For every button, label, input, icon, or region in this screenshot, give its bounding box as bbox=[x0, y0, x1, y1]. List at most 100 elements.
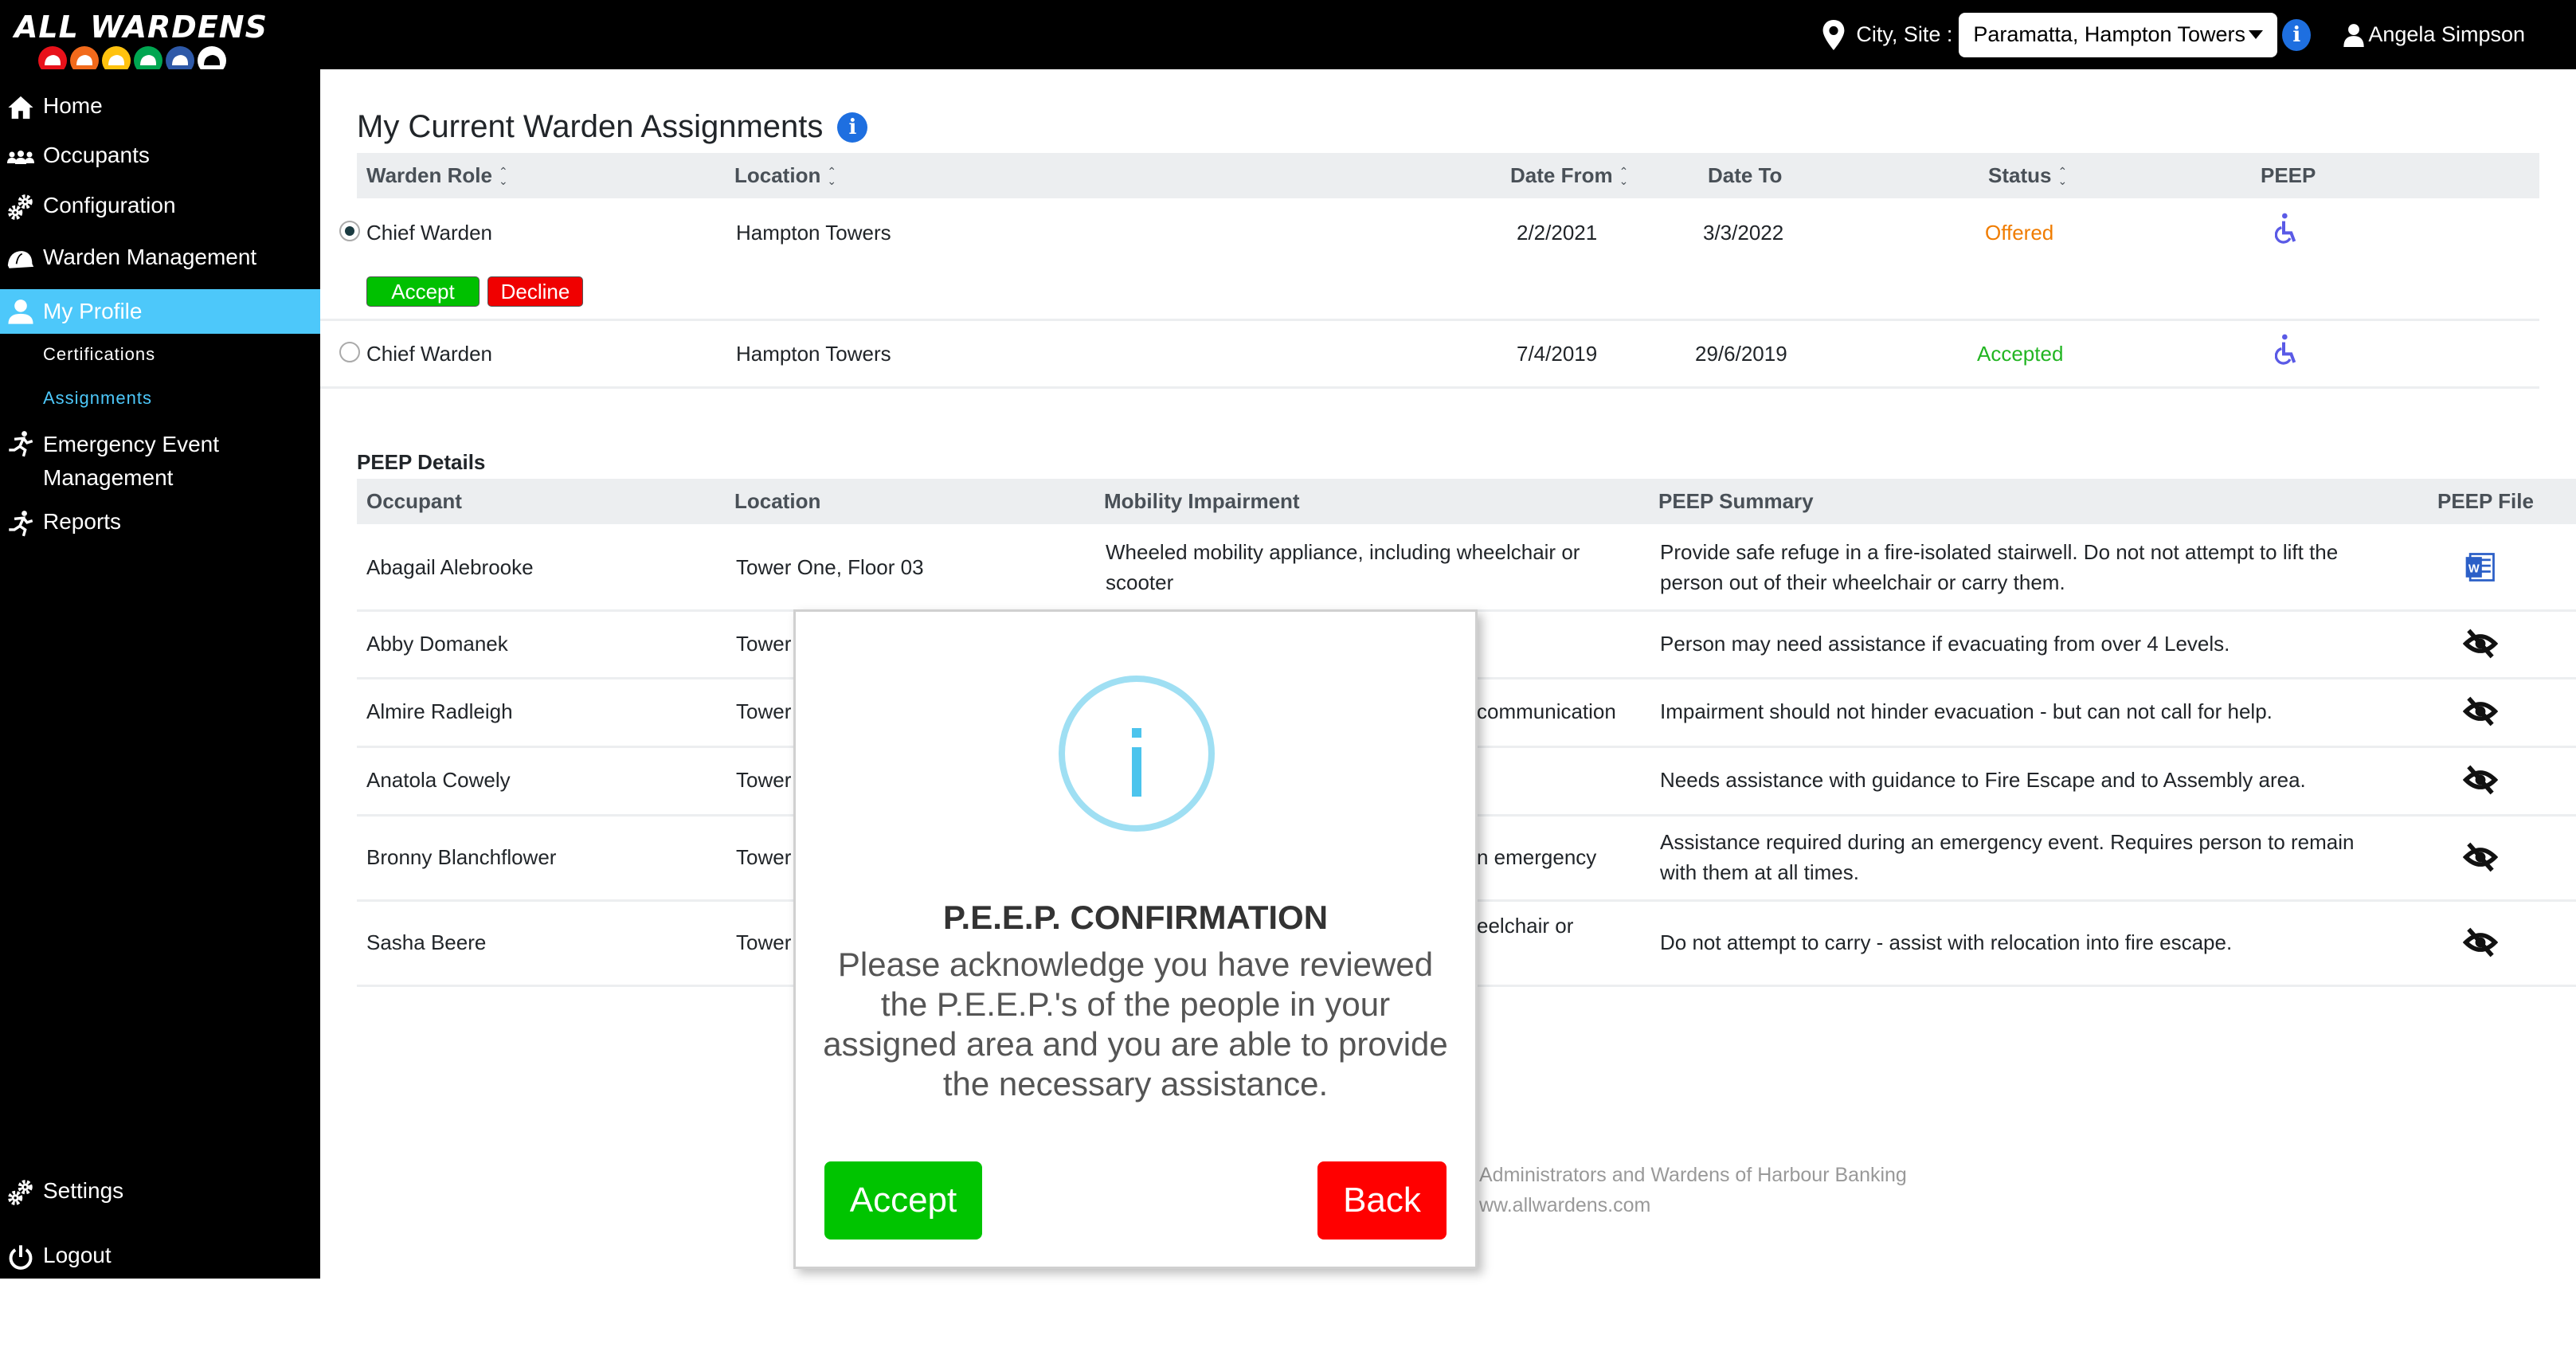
warden-role: Chief Warden bbox=[366, 221, 492, 245]
date-from: 2/2/2021 bbox=[1517, 221, 1598, 245]
column-header-mobility-impairment: Mobility Impairment bbox=[1104, 489, 1300, 513]
user-icon bbox=[2343, 23, 2365, 47]
hard-hat-icon bbox=[3, 245, 38, 273]
wheelchair-icon[interactable] bbox=[2275, 334, 2299, 366]
peep-confirmation-modal: P.E.E.P. CONFIRMATION Please acknowledge… bbox=[793, 609, 1478, 1269]
mobility-impairment: eelchair or bbox=[1477, 914, 1574, 938]
modal-message: Please acknowledge you have reviewed the… bbox=[823, 946, 1448, 1102]
peep-summary: Do not attempt to carry - assist with re… bbox=[1660, 930, 2233, 954]
page-title-text: My Current Warden Assignments bbox=[357, 109, 824, 144]
user-menu[interactable]: Angela Simpson bbox=[2343, 22, 2525, 47]
column-label: Location bbox=[734, 163, 821, 187]
accept-assignment-button[interactable]: Accept bbox=[366, 276, 480, 307]
info-circle-icon bbox=[1059, 676, 1215, 832]
sort-icon: ⌃ ⌄ bbox=[2057, 164, 2068, 187]
footer-website-link[interactable]: ww.allwardens.com bbox=[1479, 1190, 1907, 1220]
wheelchair-icon[interactable] bbox=[2275, 213, 2299, 245]
mobility-impairment: n emergency bbox=[1477, 844, 1597, 869]
sidebar-item-occupants[interactable]: Occupants bbox=[0, 143, 320, 171]
row-radio[interactable] bbox=[339, 342, 360, 362]
row-divider bbox=[320, 319, 2539, 321]
column-header-peep-summary: PEEP Summary bbox=[1658, 489, 1814, 513]
eye-slash-icon[interactable] bbox=[2463, 840, 2498, 875]
footer: Administrators and Wardens of Harbour Ba… bbox=[1479, 1160, 1907, 1220]
sidebar: Home Occupants Configuration Warden Mana… bbox=[0, 69, 320, 1279]
running-icon bbox=[3, 509, 38, 538]
sidebar-item-configuration[interactable]: Configuration bbox=[0, 193, 320, 221]
column-header-warden-role[interactable]: Warden Role ⌃ ⌄ bbox=[366, 153, 508, 198]
row-divider bbox=[320, 386, 2539, 389]
peep-summary: Provide safe refuge in a fire-isolated s… bbox=[1660, 539, 2339, 594]
location: Hampton Towers bbox=[736, 221, 891, 245]
column-header-location[interactable]: Location ⌃ ⌄ bbox=[734, 153, 836, 198]
sidebar-item-my-profile[interactable]: My Profile bbox=[0, 289, 320, 334]
peep-summary: Assistance required during an emergency … bbox=[1660, 829, 2355, 884]
peep-summary: Needs assistance with guidance to Fire E… bbox=[1660, 768, 2306, 792]
sidebar-subitem-assignments[interactable]: Assignments bbox=[43, 388, 152, 409]
footer-company: Administrators and Wardens of Harbour Ba… bbox=[1479, 1164, 1907, 1186]
column-label: Date From bbox=[1510, 163, 1613, 187]
power-icon bbox=[3, 1243, 38, 1271]
site-label: City, Site : bbox=[1856, 22, 1953, 46]
info-dot bbox=[1132, 728, 1141, 738]
info-icon[interactable]: i bbox=[2282, 18, 2312, 51]
sidebar-item-logout[interactable]: Logout bbox=[0, 1243, 320, 1271]
sidebar-item-settings[interactable]: Settings bbox=[0, 1178, 320, 1207]
sidebar-item-label: My Profile bbox=[43, 299, 143, 323]
user-name: Angela Simpson bbox=[2368, 22, 2525, 46]
sidebar-item-label: Reports bbox=[43, 509, 122, 534]
svg-text:W: W bbox=[2468, 562, 2480, 575]
warden-role: Chief Warden bbox=[366, 342, 492, 366]
sidebar-subitem-certifications[interactable]: Certifications bbox=[43, 344, 155, 365]
occupant-name: Bronny Blanchflower bbox=[366, 844, 557, 869]
eye-slash-icon[interactable] bbox=[2463, 626, 2498, 661]
peep-summary: Person may need assistance if evacuating… bbox=[1660, 631, 2230, 656]
caret-down-icon bbox=[2249, 30, 2264, 39]
column-header-status[interactable]: Status ⌃ ⌄ bbox=[1988, 153, 2067, 198]
occupant-location: Tower One, Floor 03 bbox=[736, 554, 924, 579]
map-pin-icon bbox=[1822, 19, 1845, 50]
top-bar: ALL WARDENS City, Site : Paramatta, Hamp… bbox=[0, 0, 2576, 75]
all-wardens-logo[interactable]: ALL WARDENS bbox=[14, 10, 277, 75]
date-from: 7/4/2019 bbox=[1517, 342, 1598, 366]
column-header-date-to: Date To bbox=[1708, 153, 1782, 198]
modal-accept-button[interactable]: Accept bbox=[824, 1161, 982, 1240]
site-select[interactable]: Paramatta, Hampton Towers bbox=[1959, 12, 2278, 57]
column-label: Status bbox=[1988, 163, 2052, 187]
decline-assignment-button[interactable]: Decline bbox=[487, 276, 583, 307]
info-icon[interactable]: i bbox=[837, 112, 868, 143]
column-header-peep: PEEP bbox=[2261, 153, 2316, 198]
column-header-date-from[interactable]: Date From ⌃ ⌄ bbox=[1510, 153, 1628, 198]
column-header-peep-file: PEEP File bbox=[2437, 489, 2534, 513]
row-radio[interactable] bbox=[339, 221, 360, 241]
eye-slash-icon[interactable] bbox=[2463, 762, 2498, 797]
column-header-location: Location bbox=[734, 489, 821, 513]
column-label: PEEP bbox=[2261, 163, 2316, 187]
occupant-name: Almire Radleigh bbox=[366, 699, 513, 723]
sidebar-item-label: Occupants bbox=[43, 143, 150, 167]
peep-table-header: Occupant Location Mobility Impairment PE… bbox=[357, 479, 2576, 524]
modal-back-button[interactable]: Back bbox=[1317, 1161, 1447, 1240]
sidebar-item-emergency-event-management[interactable]: Emergency Event Management bbox=[0, 428, 320, 495]
gears-icon bbox=[3, 1178, 38, 1207]
sort-icon: ⌃ ⌄ bbox=[1619, 164, 1629, 187]
occupant-name: Abagail Alebrooke bbox=[366, 554, 534, 579]
sidebar-item-home[interactable]: Home bbox=[0, 93, 320, 122]
occupant-name: Anatola Cowely bbox=[366, 768, 511, 792]
sidebar-item-warden-management[interactable]: Warden Management bbox=[0, 245, 320, 273]
user-icon bbox=[3, 297, 38, 326]
date-to: 3/3/2022 bbox=[1703, 221, 1784, 245]
word-file-icon[interactable]: W bbox=[2463, 550, 2498, 585]
status-badge: Offered bbox=[1985, 221, 2054, 245]
modal-title: P.E.E.P. CONFIRMATION bbox=[942, 899, 1329, 936]
sidebar-item-reports[interactable]: Reports bbox=[0, 509, 320, 538]
sidebar-item-label: Home bbox=[43, 93, 103, 118]
eye-slash-icon[interactable] bbox=[2463, 694, 2498, 729]
sidebar-item-label: Emergency Event Management bbox=[43, 432, 219, 490]
home-icon bbox=[3, 93, 38, 122]
status-badge: Accepted bbox=[1977, 342, 2064, 366]
eye-slash-icon[interactable] bbox=[2463, 925, 2498, 960]
sort-icon: ⌃ ⌄ bbox=[827, 164, 837, 187]
sidebar-item-label: Logout bbox=[43, 1243, 112, 1267]
sort-icon: ⌃ ⌄ bbox=[498, 164, 508, 187]
